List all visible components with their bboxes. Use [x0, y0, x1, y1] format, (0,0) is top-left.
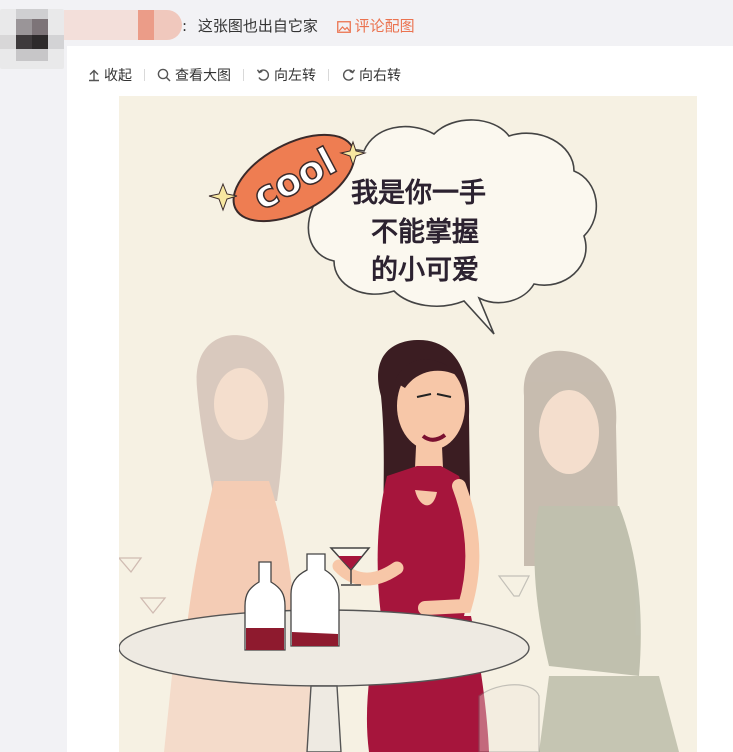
faded-woman-left	[164, 335, 314, 752]
speech-line-3: 的小可爱	[371, 254, 479, 286]
rotate-left-icon	[256, 69, 270, 81]
rotate-right-button[interactable]: 向右转	[341, 65, 401, 85]
username-blurred[interactable]	[64, 10, 182, 40]
image-viewer-panel: 收起 查看大图 向左转 向右转 我是你一手 不能掌握 的小可爱 cool	[67, 46, 733, 752]
comment-separator: :	[182, 17, 188, 35]
image-toolbar: 收起 查看大图 向左转 向右转	[87, 64, 401, 86]
toolbar-divider	[243, 69, 244, 81]
table-leg	[306, 685, 342, 752]
speech-line-1: 我是你一手	[351, 178, 486, 209]
toolbar-divider	[144, 69, 145, 81]
comment-text-line: : 这张图也出自它家 评论配图	[182, 16, 415, 36]
faded-glasses	[119, 557, 167, 615]
bottle-large	[290, 553, 340, 647]
image-icon	[336, 21, 351, 33]
collapse-up-icon	[89, 69, 99, 82]
rotate-right-label: 向右转	[359, 68, 401, 84]
rotate-left-label: 向左转	[274, 68, 316, 84]
rotate-right-icon	[342, 69, 356, 81]
comment-image[interactable]: 我是你一手 不能掌握 的小可爱 cool	[119, 96, 697, 752]
rotate-left-button[interactable]: 向左转	[256, 65, 316, 85]
magnifier-icon	[157, 68, 171, 82]
toolbar-divider	[328, 69, 329, 81]
sparkle-icon	[208, 182, 238, 212]
comment-photo-link[interactable]: 评论配图	[336, 17, 415, 35]
cartoon-illustration: 我是你一手 不能掌握 的小可爱 cool	[119, 119, 679, 752]
collapse-button[interactable]: 收起	[87, 65, 132, 85]
view-large-button[interactable]: 查看大图	[157, 65, 231, 85]
faded-woman-right	[523, 350, 679, 752]
view-large-label: 查看大图	[175, 68, 231, 84]
avatar[interactable]	[0, 9, 64, 69]
comment-text: 这张图也出自它家	[197, 17, 318, 35]
speech-line-2: 不能掌握	[371, 216, 479, 248]
collapse-label: 收起	[104, 68, 132, 84]
comment-photo-link-label: 评论配图	[354, 17, 415, 35]
main-woman	[332, 339, 489, 752]
